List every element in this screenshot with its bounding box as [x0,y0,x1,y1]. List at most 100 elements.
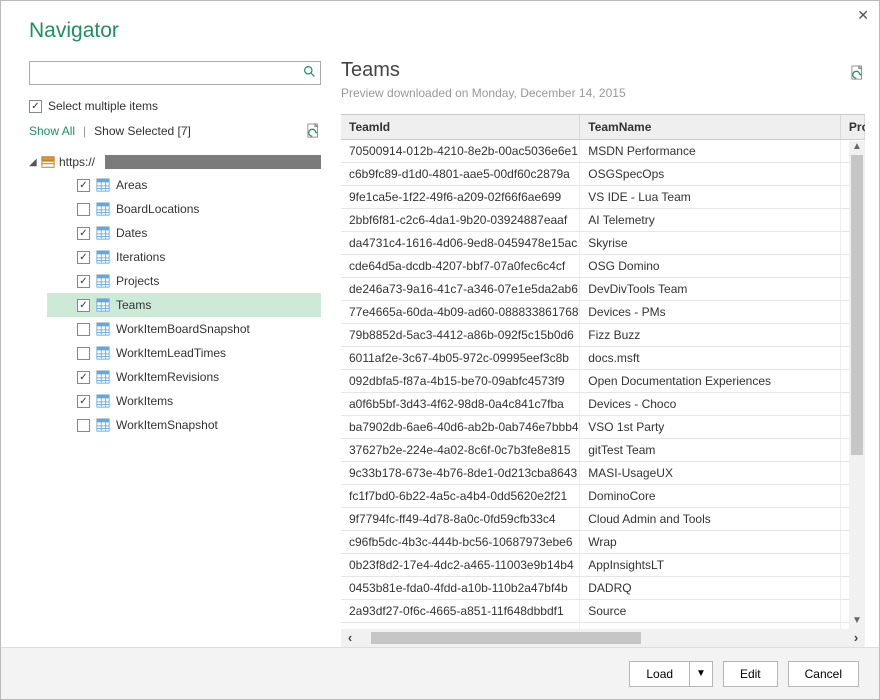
scroll-left-icon[interactable]: ‹ [341,629,359,647]
table-row[interactable]: 77e4665a-60da-4b09-ad60-088833861768Devi… [341,301,865,324]
cell-teamname: docs.msft [580,347,841,370]
tree-item-iterations[interactable]: ✓ Iterations [47,245,321,269]
cell-teamname: OSG Domino [580,255,841,278]
cell-teamname: DADRQ [580,577,841,600]
cell-teamid: 0b23f8d2-17e4-4dc2-a465-11003e9b14b4 [341,554,580,577]
table-row[interactable]: 092dbfa5-f87a-4b15-be70-09abfc4573f9Open… [341,370,865,393]
table-row[interactable]: 37627b2e-224e-4a02-8c6f-0c7b3fe8e815gitT… [341,439,865,462]
table-row[interactable]: 70500914-012b-4210-8e2b-00ac5036e6e1MSDN… [341,140,865,163]
cell-teamname: VSO 1st Party [580,416,841,439]
cancel-button[interactable]: Cancel [788,661,859,687]
tree-checkbox[interactable] [77,419,90,432]
tree-checkbox[interactable]: ✓ [77,299,90,312]
filter-separator: | [83,124,86,138]
table-icon [96,274,110,288]
scroll-right-icon[interactable]: › [847,629,865,647]
tree-item-label: WorkItemSnapshot [116,418,218,432]
tree-item-workitemleadtimes[interactable]: WorkItemLeadTimes [47,341,321,365]
tree-item-projects[interactable]: ✓Projects [47,269,321,293]
tree-checkbox[interactable]: ✓ [77,227,90,240]
tree-item-teams[interactable]: ✓ Teams [47,293,321,317]
cell-teamid: 70500914-012b-4210-8e2b-00ac5036e6e1 [341,140,580,163]
table-row[interactable]: da4731c4-1616-4d06-9ed8-0459478e15acSkyr… [341,232,865,255]
cell-teamid: 092dbfa5-f87a-4b15-be70-09abfc4573f9 [341,370,580,393]
cell-teamname: Devices - Choco [580,393,841,416]
load-dropdown-button[interactable]: ▼ [689,661,713,687]
tree-item-workitemrevisions[interactable]: ✓WorkItemRevisions [47,365,321,389]
caret-down-icon[interactable]: ◢ [29,157,37,168]
table-row[interactable]: 2bbf6f81-c2c6-4da1-9b20-03924887eaafAI T… [341,209,865,232]
table-row[interactable]: 6011af2e-3c67-4b05-972c-09995eef3c8bdocs… [341,347,865,370]
table-row[interactable]: de246a73-9a16-41c7-a346-07e1e5da2ab6DevD… [341,278,865,301]
table-row[interactable]: cde64d5a-dcdb-4207-bbf7-07a0fec6c4cfOSG … [341,255,865,278]
table-row[interactable]: 79b8852d-5ac3-4412-a86b-092f5c15b0d6Fizz… [341,324,865,347]
cell-teamname: Wrap [580,531,841,554]
edit-button[interactable]: Edit [723,661,778,687]
root-url-prefix: https:// [59,155,95,169]
table-icon [96,178,110,192]
table-row[interactable]: c6b9fc89-d1d0-4801-aae5-00df60c2879aOSGS… [341,163,865,186]
show-selected-link[interactable]: Show Selected [7] [94,124,191,138]
cell-teamid: 79b8852d-5ac3-4412-a86b-092f5c15b0d6 [341,324,580,347]
tree-item-areas[interactable]: ✓Areas [47,173,321,197]
vertical-scroll-thumb[interactable] [851,155,863,455]
col-header-proj[interactable]: Proj [840,115,864,140]
tree-item-label: WorkItems [116,394,173,408]
tree-item-label: Iterations [116,250,165,264]
preview-title: Teams [341,61,851,82]
tree-checkbox[interactable]: ✓ [77,251,90,264]
close-icon[interactable]: ✕ [857,7,869,24]
tree-item-label: Teams [116,298,151,312]
search-icon[interactable] [298,65,320,81]
tree-item-workitemsnapshot[interactable]: WorkItemSnapshot [47,413,321,437]
filter-row: Show All | Show Selected [7] [29,123,321,139]
tree-item-workitemboardsnapshot[interactable]: WorkItemBoardSnapshot [47,317,321,341]
tree-item-label: BoardLocations [116,202,199,216]
horizontal-scroll-thumb[interactable] [371,632,641,644]
tree-checkbox[interactable]: ✓ [77,395,90,408]
load-button[interactable]: Load [629,661,689,687]
navigator-dialog: ✕ Navigator ✓ Select multiple items Show… [0,0,880,700]
cell-teamname: Skyrise [580,232,841,255]
tree-item-boardlocations[interactable]: BoardLocations [47,197,321,221]
table-row[interactable]: fc1f7bd0-6b22-4a5c-a4b4-0dd5620e2f21Domi… [341,485,865,508]
show-all-link[interactable]: Show All [29,124,75,138]
scroll-up-icon[interactable]: ▲ [849,141,865,155]
table-row[interactable]: c96fb5dc-4b3c-444b-bc56-10687973ebe6Wrap… [341,531,865,554]
scroll-down-icon[interactable]: ▼ [849,615,865,629]
table-row[interactable]: ba7902db-6ae6-40d6-ab2b-0ab746e7bbb4VSO … [341,416,865,439]
search-input[interactable] [30,62,298,84]
preview-grid: TeamId TeamName Proj 70500914-012b-4210-… [341,115,865,629]
horizontal-scrollbar[interactable]: ‹ › [341,629,865,647]
cell-teamid: 37627b2e-224e-4a02-8c6f-0c7b3fe8e815 [341,439,580,462]
vertical-scrollbar[interactable]: ▲ ▼ [849,141,865,629]
tree-root[interactable]: ◢ https:// [29,151,321,173]
tree-checkbox[interactable]: ✓ [77,179,90,192]
cell-teamname: DominoCore [580,485,841,508]
table-row[interactable]: 9c33b178-673e-4b76-8de1-0d213cba8643MASI… [341,462,865,485]
table-row[interactable]: 0b23f8d2-17e4-4dc2-a465-11003e9b14b4AppI… [341,554,865,577]
tree-item-workitems[interactable]: ✓ WorkItems [47,389,321,413]
table-row[interactable]: 0453b81e-fda0-4fdd-a10b-110b2a47bf4bDADR… [341,577,865,600]
dialog-title: Navigator [1,1,879,61]
col-header-teamname[interactable]: TeamName [580,115,841,140]
col-header-teamid[interactable]: TeamId [341,115,580,140]
select-multiple-checkbox[interactable]: ✓ [29,100,42,113]
tree-checkbox[interactable]: ✓ [77,275,90,288]
table-row[interactable]: 9f7794fc-ff49-4d78-8a0c-0fd59cfb33c4Clou… [341,508,865,531]
tree-checkbox[interactable] [77,323,90,336]
table-row[interactable]: 9fe1ca5e-1f22-49f6-a209-02f66f6ae699VS I… [341,186,865,209]
table-row[interactable]: 2a93df27-0f6c-4665-a851-11f648dbbdf1Sour… [341,600,865,623]
cell-teamid: c96fb5dc-4b3c-444b-bc56-10687973ebe6 [341,531,580,554]
tree-checkbox[interactable] [77,347,90,360]
cell-teamname: MASI-UsageUX [580,462,841,485]
table-row[interactable]: a0f6b5bf-3d43-4f62-98d8-0a4c841c7fbaDevi… [341,393,865,416]
preview-subtitle: Preview downloaded on Monday, December 1… [341,86,851,100]
refresh-icon[interactable] [307,123,321,139]
select-multiple-row: ✓ Select multiple items [29,99,321,113]
tree-checkbox[interactable] [77,203,90,216]
tree-checkbox[interactable]: ✓ [77,371,90,384]
preview-refresh-icon[interactable] [851,65,865,81]
tree-item-dates[interactable]: ✓Dates [47,221,321,245]
cell-teamname: OSGSpecOps [580,163,841,186]
